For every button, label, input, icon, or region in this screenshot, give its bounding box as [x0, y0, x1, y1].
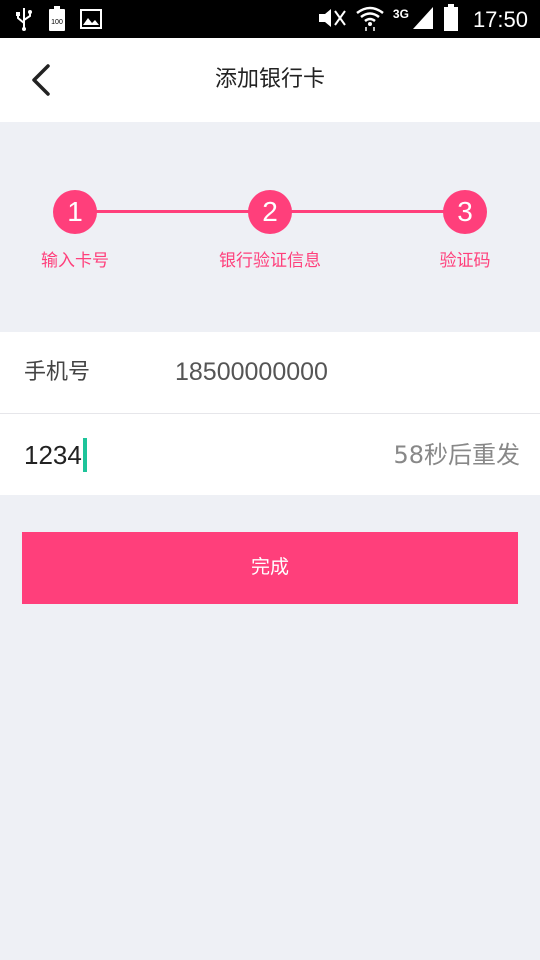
usb-icon	[14, 7, 34, 35]
text-caret	[82, 438, 87, 472]
signal-icon	[411, 5, 435, 35]
step-number-3: 3	[443, 190, 487, 234]
wifi-icon	[355, 5, 385, 35]
code-value: 1234	[24, 440, 82, 470]
page-title: 添加银行卡	[214, 67, 325, 92]
done-button[interactable]: 完成	[22, 532, 518, 604]
step-connector	[75, 210, 270, 213]
progress-stepper: 1 2 3 输入卡号 银行验证信息 验证码	[0, 122, 540, 332]
step-number-2: 2	[248, 190, 292, 234]
step-number-1: 1	[53, 190, 97, 234]
battery-full-icon	[443, 4, 459, 36]
step-label-2: 银行验证信息	[219, 251, 321, 271]
phone-value: 18500000000	[175, 358, 328, 386]
verification-form: 手机号 18500000000 1234 58秒后重发	[0, 332, 540, 495]
status-bar: 100 3G 17:50	[0, 0, 540, 38]
phone-row: 手机号 18500000000	[0, 332, 540, 413]
verification-code-input[interactable]: 1234	[24, 414, 87, 496]
step-label-1: 输入卡号	[41, 251, 109, 271]
phone-label: 手机号	[24, 360, 91, 385]
svg-text:100: 100	[51, 19, 63, 26]
network-type: 3G	[392, 7, 409, 21]
battery-icon: 100	[48, 6, 66, 36]
step-connector	[270, 210, 465, 213]
code-row: 1234 58秒后重发	[0, 413, 540, 495]
header: 添加银行卡	[0, 38, 540, 122]
resend-countdown[interactable]: 58秒后重发	[393, 414, 520, 496]
status-time: 17:50	[472, 7, 528, 32]
mute-icon	[317, 7, 347, 33]
image-icon	[80, 9, 102, 33]
step-label-3: 验证码	[439, 251, 491, 271]
